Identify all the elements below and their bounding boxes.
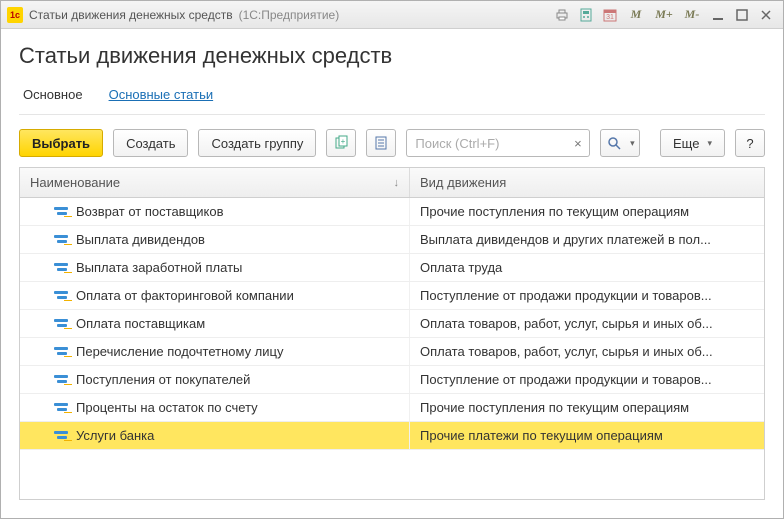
tab-main-articles[interactable]: Основные статьи — [105, 81, 218, 114]
cell-type: Прочие поступления по текущим операциям — [410, 198, 764, 225]
table-row[interactable]: Оплата поставщикам Оплата товаров, работ,… — [20, 310, 764, 338]
cell-name-text: Выплата заработной платы — [76, 260, 242, 275]
table-row[interactable]: Возврат от поставщиков Прочие поступления… — [20, 198, 764, 226]
window: 1c Статьи движения денежных средств (1С:… — [0, 0, 784, 519]
table-row[interactable]: Перечисление подочтетному лицу Оплата тов… — [20, 338, 764, 366]
item-icon — [54, 319, 68, 329]
title-bar: 1c Статьи движения денежных средств (1С:… — [1, 1, 783, 29]
cell-name: Оплата от факторинговой компании — [20, 282, 410, 309]
cell-name-text: Оплата от факторинговой компании — [76, 288, 294, 303]
item-icon — [54, 291, 68, 301]
minimize-button[interactable] — [707, 5, 729, 25]
cell-name: Перечисление подочтетному лицу — [20, 338, 410, 365]
table: Наименование ↓ Вид движения Возврат от п… — [19, 167, 765, 500]
cell-name-text: Проценты на остаток по счету — [76, 400, 258, 415]
table-row[interactable]: Выплата дивидендов Выплата дивидендов и д… — [20, 226, 764, 254]
item-icon — [54, 235, 68, 245]
calculator-icon[interactable] — [575, 5, 597, 25]
cell-type: Оплата товаров, работ, услуг, сырья и ин… — [410, 338, 764, 365]
memory-m-button[interactable]: M — [623, 5, 649, 25]
cell-name: Выплата дивидендов — [20, 226, 410, 253]
svg-text:+: + — [341, 137, 346, 146]
more-button[interactable]: Еще▾ — [660, 129, 725, 157]
table-row[interactable]: Выплата заработной платы Оплата труда — [20, 254, 764, 282]
page-title: Статьи движения денежных средств — [19, 43, 765, 69]
tab-main[interactable]: Основное — [19, 81, 87, 114]
search-clear-button[interactable]: × — [566, 129, 590, 157]
select-button[interactable]: Выбрать — [19, 129, 103, 157]
chevron-down-icon: ▾ — [707, 138, 712, 149]
table-row[interactable]: Оплата от факторинговой компании Поступле… — [20, 282, 764, 310]
chevron-down-icon: ▾ — [630, 138, 635, 149]
cell-type: Поступление от продажи продукции и товар… — [410, 366, 764, 393]
cell-name: Услуги банка — [20, 422, 410, 449]
search-box: × — [406, 129, 590, 157]
cell-type: Прочие поступления по текущим операциям — [410, 394, 764, 421]
cell-name-text: Оплата поставщикам — [76, 316, 205, 331]
tabs: Основное Основные статьи — [19, 81, 765, 115]
col-header-type[interactable]: Вид движения — [410, 168, 764, 197]
create-button[interactable]: Создать — [113, 129, 188, 157]
window-title: Статьи движения денежных средств — [29, 8, 233, 22]
close-button[interactable] — [755, 5, 777, 25]
item-icon — [54, 263, 68, 273]
search-input[interactable] — [406, 129, 566, 157]
item-icon — [54, 207, 68, 217]
item-icon — [54, 431, 68, 441]
cell-name-text: Услуги банка — [76, 428, 154, 443]
cell-name-text: Возврат от поставщиков — [76, 204, 224, 219]
cell-name-text: Перечисление подочтетному лицу — [76, 344, 283, 359]
copy-button[interactable]: + — [326, 129, 356, 157]
cell-type: Поступление от продажи продукции и товар… — [410, 282, 764, 309]
calendar-icon[interactable]: 31 — [599, 5, 621, 25]
cell-type: Прочие платежи по текущим операциям — [410, 422, 764, 449]
app-logo-icon: 1c — [7, 7, 23, 23]
table-body: Возврат от поставщиков Прочие поступления… — [20, 198, 764, 499]
maximize-button[interactable] — [731, 5, 753, 25]
list-view-button[interactable] — [366, 129, 396, 157]
toolbar: Выбрать Создать Создать группу + × ▾ Еще… — [19, 129, 765, 157]
col-header-name-label: Наименование — [30, 175, 120, 190]
table-row[interactable]: Услуги банка Прочие платежи по текущим оп… — [20, 422, 764, 450]
cell-name: Возврат от поставщиков — [20, 198, 410, 225]
content-area: Статьи движения денежных средств Основно… — [1, 29, 783, 518]
table-row[interactable]: Проценты на остаток по счету Прочие посту… — [20, 394, 764, 422]
sort-indicator-icon: ↓ — [394, 177, 400, 189]
table-header: Наименование ↓ Вид движения — [20, 168, 764, 198]
col-header-name[interactable]: Наименование ↓ — [20, 168, 410, 197]
memory-mplus-button[interactable]: M+ — [651, 5, 677, 25]
table-row[interactable]: Поступления от покупателей Поступление от… — [20, 366, 764, 394]
col-header-type-label: Вид движения — [420, 175, 506, 190]
create-group-button[interactable]: Создать группу — [198, 129, 316, 157]
memory-mminus-button[interactable]: M- — [679, 5, 705, 25]
cell-type: Оплата товаров, работ, услуг, сырья и ин… — [410, 310, 764, 337]
help-button[interactable]: ? — [735, 129, 765, 157]
cell-name: Оплата поставщикам — [20, 310, 410, 337]
cell-name-text: Поступления от покупателей — [76, 372, 250, 387]
svg-text:31: 31 — [606, 14, 614, 21]
cell-name-text: Выплата дивидендов — [76, 232, 205, 247]
cell-type: Выплата дивидендов и других платежей в п… — [410, 226, 764, 253]
print-icon[interactable] — [551, 5, 573, 25]
item-icon — [54, 375, 68, 385]
window-subtitle: (1С:Предприятие) — [239, 8, 340, 22]
cell-name: Проценты на остаток по счету — [20, 394, 410, 421]
item-icon — [54, 403, 68, 413]
cell-name: Поступления от покупателей — [20, 366, 410, 393]
item-icon — [54, 347, 68, 357]
cell-name: Выплата заработной платы — [20, 254, 410, 281]
search-button[interactable]: ▾ — [600, 129, 640, 157]
cell-type: Оплата труда — [410, 254, 764, 281]
title-toolbar: 31 M M+ M- — [551, 5, 777, 25]
